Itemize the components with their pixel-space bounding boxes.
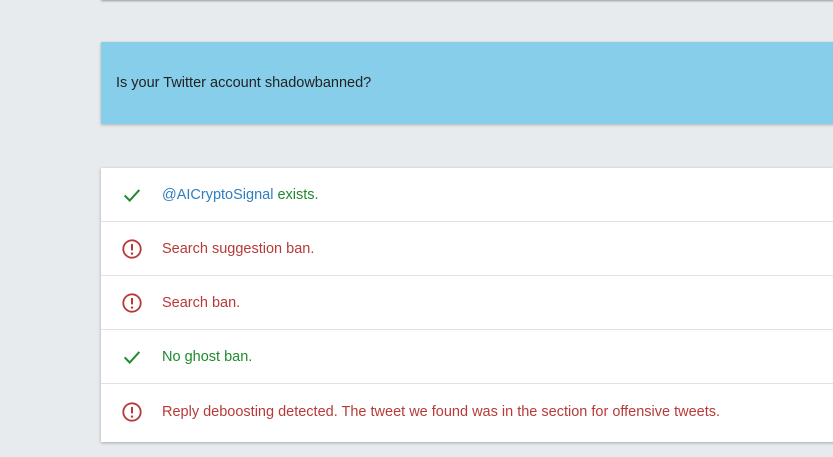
account-handle-link[interactable]: @AICryptoSignal — [162, 187, 273, 203]
result-row-search-suggestion: Search suggestion ban. — [101, 222, 833, 276]
page-title: Is your Twitter account shadowbanned? — [116, 75, 372, 91]
result-text-search-suggestion: Search suggestion ban. — [162, 240, 315, 257]
result-text-reply: Reply deboosting detected. The tweet we … — [162, 403, 721, 420]
result-row-search: Search ban. — [101, 276, 833, 330]
result-row-exists: @AICryptoSignal exists. — [101, 168, 833, 222]
result-text-ghost: No ghost ban. — [162, 348, 253, 365]
result-text-search: Search ban. — [162, 294, 241, 311]
result-row-ghost: No ghost ban. — [101, 330, 833, 384]
header-banner: Is your Twitter account shadowbanned? — [101, 42, 833, 124]
alert-circle-icon — [122, 238, 142, 259]
result-row-reply: Reply deboosting detected. The tweet we … — [101, 384, 833, 439]
alert-circle-icon — [122, 292, 142, 313]
exists-suffix: exists. — [273, 186, 319, 203]
alert-circle-icon — [122, 401, 142, 422]
checkmark-icon — [123, 188, 141, 202]
checkmark-icon — [123, 350, 141, 364]
result-text-exists: @AICryptoSignal exists. — [162, 187, 319, 203]
results-card: @AICryptoSignal exists. Search suggestio… — [101, 168, 833, 442]
